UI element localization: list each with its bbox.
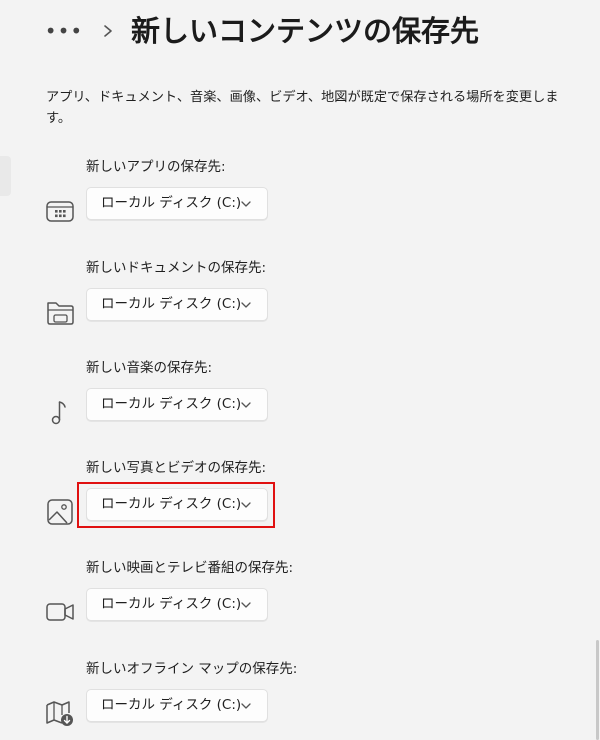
section-apps: 新しいアプリの保存先: ローカル ディスク (C:) <box>0 157 600 237</box>
scrollbar[interactable] <box>596 640 599 740</box>
video-icon <box>46 603 74 621</box>
dropdown-value: ローカル ディスク (C:) <box>101 396 242 412</box>
chevron-down-icon <box>241 201 251 207</box>
chevron-down-icon <box>241 402 251 408</box>
page-description: アプリ、ドキュメント、音楽、画像、ビデオ、地図が既定で保存される場所を変更します… <box>46 90 559 126</box>
section-label: 新しいドキュメントの保存先: <box>86 260 267 276</box>
dropdown-value: ローカル ディスク (C:) <box>101 596 242 612</box>
section-label: 新しいオフライン マップの保存先: <box>86 661 298 677</box>
dropdown-value: ローカル ディスク (C:) <box>101 296 242 312</box>
folder-icon <box>47 302 74 325</box>
breadcrumb-chevron-icon <box>104 25 112 37</box>
section-label: 新しい写真とビデオの保存先: <box>86 460 267 476</box>
movies-tv-location-dropdown[interactable]: ローカル ディスク (C:) <box>86 588 268 621</box>
page-header: ••• 新しいコンテンツの保存先 <box>0 0 600 64</box>
section-movies-tv: 新しい映画とテレビ番組の保存先: ローカル ディスク (C:) <box>0 558 600 638</box>
section-offline-maps: 新しいオフライン マップの保存先: ローカル ディスク (C:) <box>0 659 600 739</box>
map-download-icon <box>46 701 73 726</box>
section-label: 新しい映画とテレビ番組の保存先: <box>86 560 294 576</box>
page-title: 新しいコンテンツの保存先 <box>131 14 480 48</box>
documents-location-dropdown[interactable]: ローカル ディスク (C:) <box>86 288 268 321</box>
dropdown-value: ローカル ディスク (C:) <box>101 697 242 713</box>
chevron-down-icon <box>241 302 251 308</box>
section-documents: 新しいドキュメントの保存先: ローカル ディスク (C:) <box>0 258 600 338</box>
dropdown-value: ローカル ディスク (C:) <box>101 195 242 211</box>
offline-maps-location-dropdown[interactable]: ローカル ディスク (C:) <box>86 689 268 722</box>
apps-location-dropdown[interactable]: ローカル ディスク (C:) <box>86 187 268 220</box>
highlight-box <box>77 482 275 528</box>
music-location-dropdown[interactable]: ローカル ディスク (C:) <box>86 388 268 421</box>
chevron-down-icon <box>241 703 251 709</box>
image-icon <box>47 499 73 525</box>
app-icon <box>46 201 74 222</box>
section-music: 新しい音楽の保存先: ローカル ディスク (C:) <box>0 358 600 438</box>
music-note-icon <box>51 401 66 425</box>
section-label: 新しい音楽の保存先: <box>86 360 213 376</box>
chevron-down-icon <box>241 602 251 608</box>
section-label: 新しいアプリの保存先: <box>86 159 226 175</box>
more-button[interactable]: ••• <box>42 14 86 48</box>
